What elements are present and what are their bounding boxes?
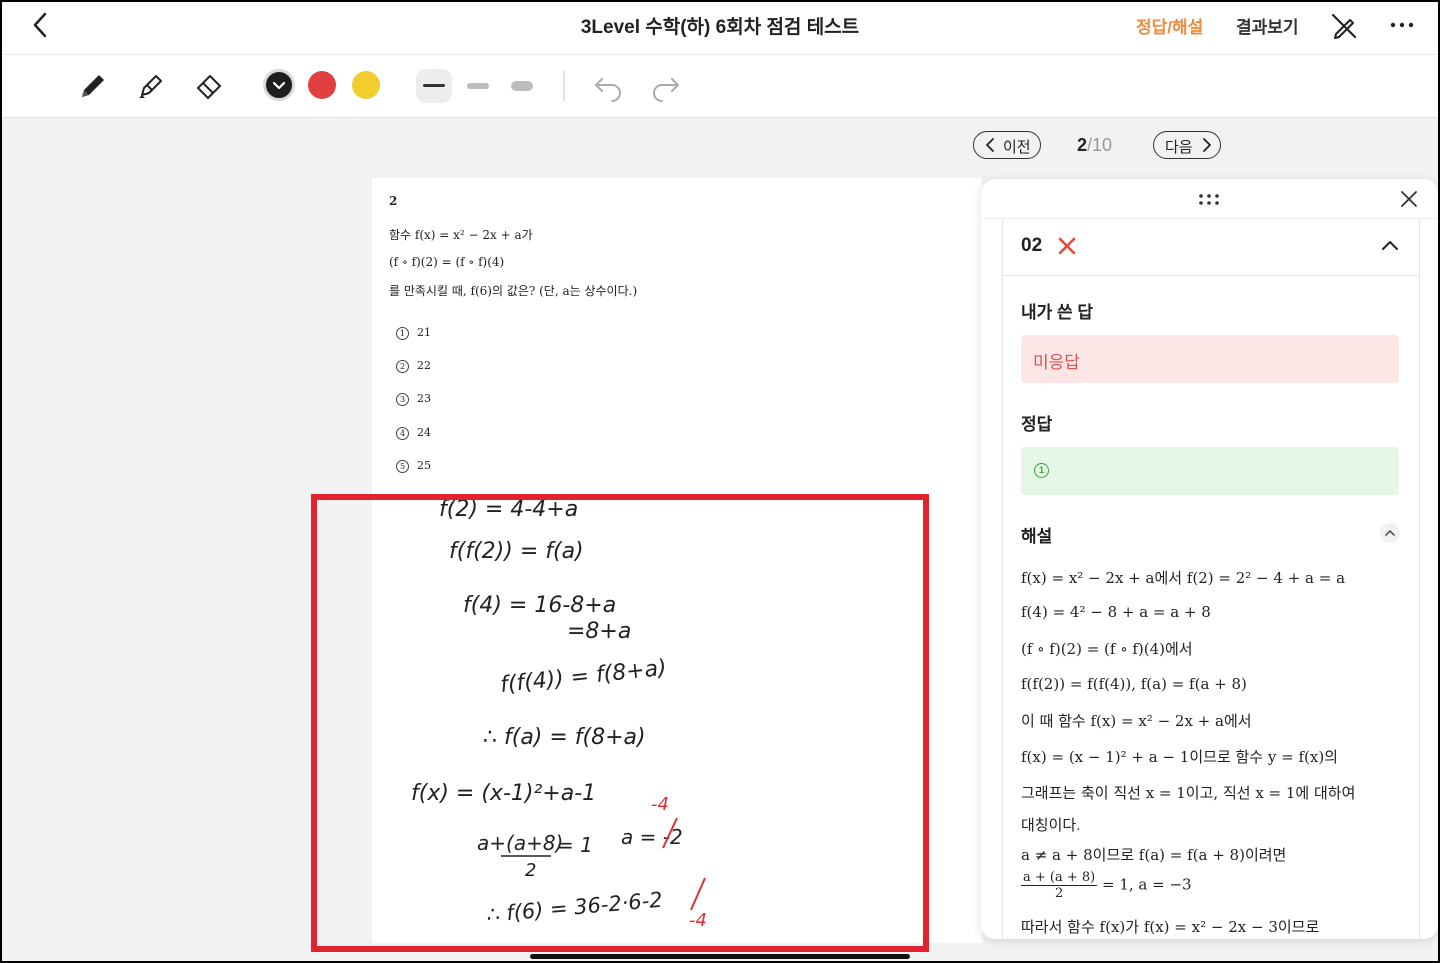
toolbar-divider xyxy=(563,71,565,101)
scroll-indicator[interactable] xyxy=(530,954,910,959)
wrong-x-icon xyxy=(1058,237,1076,255)
next-label: 다음 xyxy=(1165,139,1193,156)
option-value: 24 xyxy=(417,426,431,439)
solution-fraction: a + (a + 8) 2 xyxy=(1021,870,1098,901)
total-pages: /10 xyxy=(1087,135,1113,155)
chevron-up-icon[interactable] xyxy=(1380,236,1400,256)
solution-line: f(f(2)) = f(f(4)), f(a) = f(a + 8) xyxy=(1021,675,1247,693)
fraction-numerator: a + (a + 8) xyxy=(1021,870,1098,886)
stroke-medium-button[interactable] xyxy=(460,69,496,103)
solution-line: f(x) = (x − 1)² + a − 1이므로 함수 y = f(x)의 xyxy=(1021,748,1338,766)
top-bar: 3Level 수학(하) 6회차 점검 테스트 정답/해설 결과보기 xyxy=(2,2,1438,55)
option-number: 2 xyxy=(396,360,409,373)
solution-line: 그래프는 축이 직선 x = 1이고, 직선 x = 1에 대하여 xyxy=(1021,784,1356,802)
option-number: 4 xyxy=(396,427,409,440)
question-badge: 02 xyxy=(1021,235,1043,256)
stroke-medium-line xyxy=(467,83,489,89)
prev-question-button[interactable]: 이전 xyxy=(973,131,1041,159)
option-number: 3 xyxy=(396,393,409,406)
question-line-2: (f ∘ f)(2) = (f ∘ f)(4) xyxy=(389,255,505,269)
chevron-right-icon xyxy=(1203,138,1211,152)
solution-line: a ≠ a + 8이므로 f(a) = f(a + 8)이려면 xyxy=(1021,846,1287,864)
stroke-thick-button[interactable] xyxy=(504,69,540,103)
correct-answer-box: 1 xyxy=(1021,447,1399,495)
option-5[interactable]: 5 25 xyxy=(396,459,431,473)
answers-explanation-tab[interactable]: 정답/해설 xyxy=(1136,13,1203,38)
option-1[interactable]: 1 21 xyxy=(396,326,431,340)
fraction-denominator: 2 xyxy=(1054,886,1064,901)
option-number: 5 xyxy=(396,460,409,473)
solution-line: f(4) = 4² − 8 + a = a + 8 xyxy=(1021,603,1211,621)
answer-card-header[interactable]: 02 xyxy=(1003,219,1419,276)
fraction-rest: = 1, a = −3 xyxy=(1102,875,1192,894)
color-red-swatch[interactable] xyxy=(308,71,336,99)
option-3[interactable]: 3 23 xyxy=(396,392,431,406)
option-value: 23 xyxy=(417,392,431,405)
stroke-thin-button[interactable] xyxy=(416,69,452,103)
my-answer-value: 미응답 xyxy=(1033,353,1080,372)
pen-icon[interactable] xyxy=(75,68,111,104)
page-indicator: 2/10 xyxy=(1077,135,1112,156)
color-yellow-swatch[interactable] xyxy=(352,71,380,99)
solution-toggle[interactable] xyxy=(1380,523,1400,543)
highlighter-icon[interactable] xyxy=(133,68,169,104)
prev-label: 이전 xyxy=(1003,139,1031,156)
close-icon[interactable] xyxy=(1397,187,1421,211)
chevron-left-icon xyxy=(986,138,994,152)
correct-answer-label: 정답 xyxy=(1021,415,1053,434)
option-4[interactable]: 4 24 xyxy=(396,426,431,440)
app-frame: 3Level 수학(하) 6회차 점검 테스트 정답/해설 결과보기 이전 2/… xyxy=(0,0,1440,963)
my-answer-box: 미응답 xyxy=(1021,335,1399,383)
solution-line: 이 때 함수 f(x) = x² − 2x + a에서 xyxy=(1021,712,1252,730)
next-question-button[interactable]: 다음 xyxy=(1153,131,1221,159)
question-line-3: 를 만족시킬 때, f(6)의 값은? (단, a는 상수이다.) xyxy=(389,284,638,298)
color-black-swatch[interactable] xyxy=(263,69,295,101)
option-2[interactable]: 2 22 xyxy=(396,359,431,373)
question-line-1: 함수 f(x) = x² − 2x + a가 xyxy=(389,228,533,242)
answer-panel: 02 내가 쓴 답 미응답 정답 1 해설 f(x) = x² − 2x + a… xyxy=(981,179,1438,939)
pen-off-icon[interactable] xyxy=(1328,10,1360,42)
page-title: 3Level 수학(하) 6회차 점검 테스트 xyxy=(580,17,860,38)
my-answer-label: 내가 쓴 답 xyxy=(1021,303,1094,322)
stroke-thin-line xyxy=(423,84,445,87)
solution-line: 대칭이다. xyxy=(1021,817,1081,834)
chevron-up-icon xyxy=(1385,530,1395,536)
highlight-box xyxy=(311,494,929,952)
more-options-icon[interactable] xyxy=(1386,10,1418,40)
solution-line: (f ∘ f)(2) = (f ∘ f)(4)에서 xyxy=(1021,640,1193,658)
eraser-icon[interactable] xyxy=(191,68,227,104)
chevron-down-icon xyxy=(272,81,286,90)
drag-handle-icon[interactable] xyxy=(1197,193,1221,207)
current-page: 2 xyxy=(1077,135,1088,155)
drawing-toolbar xyxy=(2,55,1438,118)
answer-card: 02 내가 쓴 답 미응답 정답 1 해설 f(x) = x² − 2x + a… xyxy=(1002,219,1420,939)
solution-line: f(x) = x² − 2x + a에서 f(2) = 2² − 4 + a =… xyxy=(1021,569,1346,587)
view-results-tab[interactable]: 결과보기 xyxy=(1236,13,1299,38)
stroke-thick-line xyxy=(511,81,533,91)
redo-icon[interactable] xyxy=(648,69,684,103)
solution-fraction-line: a + (a + 8) 2 = 1, a = −3 xyxy=(1021,870,1192,901)
option-value: 22 xyxy=(417,359,431,372)
solution-line: 따라서 함수 f(x)가 f(x) = x² − 2x − 3이므로 xyxy=(1021,918,1320,936)
option-value: 21 xyxy=(417,326,431,339)
correct-answer-value: 1 xyxy=(1034,463,1049,478)
option-value: 25 xyxy=(417,459,431,472)
solution-label: 해설 xyxy=(1021,527,1053,546)
undo-icon[interactable] xyxy=(590,69,626,103)
option-number: 1 xyxy=(396,327,409,340)
question-number: 2 xyxy=(389,194,398,208)
